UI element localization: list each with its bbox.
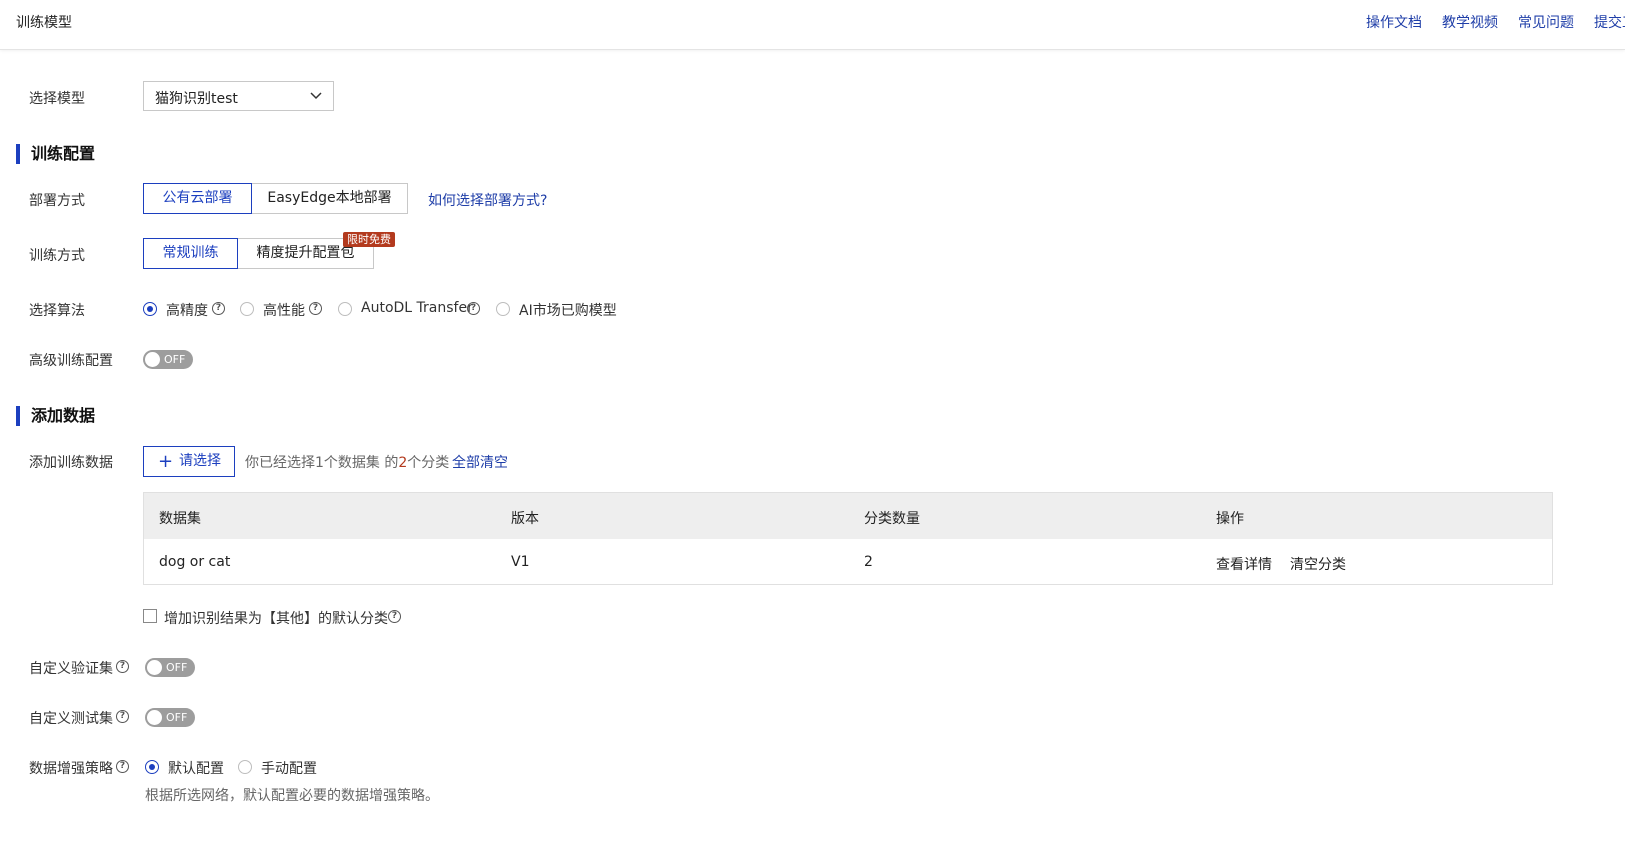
section-train-config: 训练配置 <box>16 144 95 164</box>
top-links: 操作文档 教学视频 常见问题 提交工单 <box>1346 12 1625 32</box>
train-mode-label: 训练方式 <box>29 248 85 264</box>
radio-ai-market[interactable] <box>496 302 510 316</box>
help-icon[interactable]: ? <box>116 660 129 673</box>
video-link[interactable]: 教学视频 <box>1442 12 1498 32</box>
validation-label: 自定义验证集 <box>29 661 113 677</box>
help-icon[interactable]: ? <box>116 760 129 773</box>
clear-categories-link[interactable]: 清空分类 <box>1290 554 1346 574</box>
faq-link[interactable]: 常见问题 <box>1518 12 1574 32</box>
model-select[interactable]: 猫狗识别test <box>143 81 334 111</box>
radio-default-config-label: 默认配置 <box>168 761 224 777</box>
select-dataset-button-label: 请选择 <box>179 453 221 469</box>
train-mode-option-normal[interactable]: 常规训练 <box>143 238 238 269</box>
other-category-checkbox[interactable] <box>143 609 157 623</box>
help-icon[interactable]: ? <box>388 610 401 623</box>
radio-default-config[interactable] <box>145 760 159 774</box>
docs-link[interactable]: 操作文档 <box>1366 12 1422 32</box>
toggle-knob <box>145 352 160 367</box>
validation-toggle[interactable]: OFF <box>145 658 195 677</box>
radio-ai-market-label: AI市场已购模型 <box>519 303 617 319</box>
clear-all-link[interactable]: 全部清空 <box>452 452 508 472</box>
help-icon[interactable]: ? <box>309 302 322 315</box>
column-header: 分类数量 <box>864 511 920 527</box>
other-category-label: 增加识别结果为【其他】的默认分类 <box>164 611 388 627</box>
toggle-knob <box>147 660 162 675</box>
test-toggle[interactable]: OFF <box>145 708 195 727</box>
radio-high-accuracy[interactable] <box>143 302 157 316</box>
test-label: 自定义测试集 <box>29 711 113 727</box>
radio-manual-config[interactable] <box>238 760 252 774</box>
toggle-knob <box>147 710 162 725</box>
help-icon[interactable]: ? <box>212 302 225 315</box>
dataset-table: 数据集 版本 分类数量 操作 dog or cat V1 2 查看详情 清空分类 <box>143 492 1553 585</box>
dataset-name: dog or cat <box>159 554 231 570</box>
advanced-toggle[interactable]: OFF <box>143 350 193 369</box>
augment-label: 数据增强策略 <box>29 761 113 777</box>
radio-high-performance-label: 高性能 <box>263 303 305 319</box>
top-bar: 训练模型 操作文档 教学视频 常见问题 提交工单 <box>0 0 1625 50</box>
add-data-label: 添加训练数据 <box>29 455 113 471</box>
section-add-data: 添加数据 <box>16 406 95 426</box>
category-count: 2 <box>864 554 873 570</box>
toggle-state: OFF <box>166 711 188 724</box>
radio-high-accuracy-label: 高精度 <box>166 303 208 319</box>
column-header: 数据集 <box>159 511 201 527</box>
radio-high-performance[interactable] <box>240 302 254 316</box>
algorithm-label: 选择算法 <box>29 303 85 319</box>
deploy-label: 部署方式 <box>29 193 85 209</box>
view-details-link[interactable]: 查看详情 <box>1216 554 1272 574</box>
column-header: 版本 <box>511 511 539 527</box>
radio-manual-config-label: 手动配置 <box>261 761 317 777</box>
table-row: dog or cat V1 2 查看详情 清空分类 <box>144 539 1552 584</box>
free-badge: 限时免费 <box>343 232 395 247</box>
radio-autodl-label: AutoDL Transfer <box>361 300 473 316</box>
toggle-state: OFF <box>164 353 186 366</box>
deploy-option-cloud[interactable]: 公有云部署 <box>143 183 252 214</box>
dataset-version: V1 <box>511 554 530 570</box>
help-icon[interactable]: ? <box>467 302 480 315</box>
advanced-label: 高级训练配置 <box>29 353 113 369</box>
augment-hint: 根据所选网络，默认配置必要的数据增强策略。 <box>145 788 439 804</box>
dataset-summary-prefix: 你已经选择1个数据集 的 <box>245 455 399 471</box>
column-header: 操作 <box>1216 511 1244 527</box>
table-header: 数据集 版本 分类数量 操作 <box>144 493 1552 539</box>
plus-icon: + <box>158 451 174 472</box>
deploy-option-easyedge[interactable]: EasyEdge本地部署 <box>251 183 408 214</box>
dataset-summary-count: 2 <box>398 455 408 471</box>
toggle-state: OFF <box>166 661 188 674</box>
model-select-value: 猫狗识别test <box>155 91 238 107</box>
model-label: 选择模型 <box>29 91 85 107</box>
deploy-help-link[interactable]: 如何选择部署方式? <box>428 190 547 210</box>
select-dataset-button[interactable]: + 请选择 <box>143 446 235 477</box>
help-icon[interactable]: ? <box>116 710 129 723</box>
radio-autodl[interactable] <box>338 302 352 316</box>
dataset-summary: 你已经选择1个数据集 的2个分类 <box>245 452 449 472</box>
page-title: 训练模型 <box>16 15 72 31</box>
ticket-link[interactable]: 提交工单 <box>1594 12 1625 32</box>
chevron-down-icon <box>310 92 322 100</box>
dataset-summary-suffix: 个分类 <box>407 455 450 471</box>
